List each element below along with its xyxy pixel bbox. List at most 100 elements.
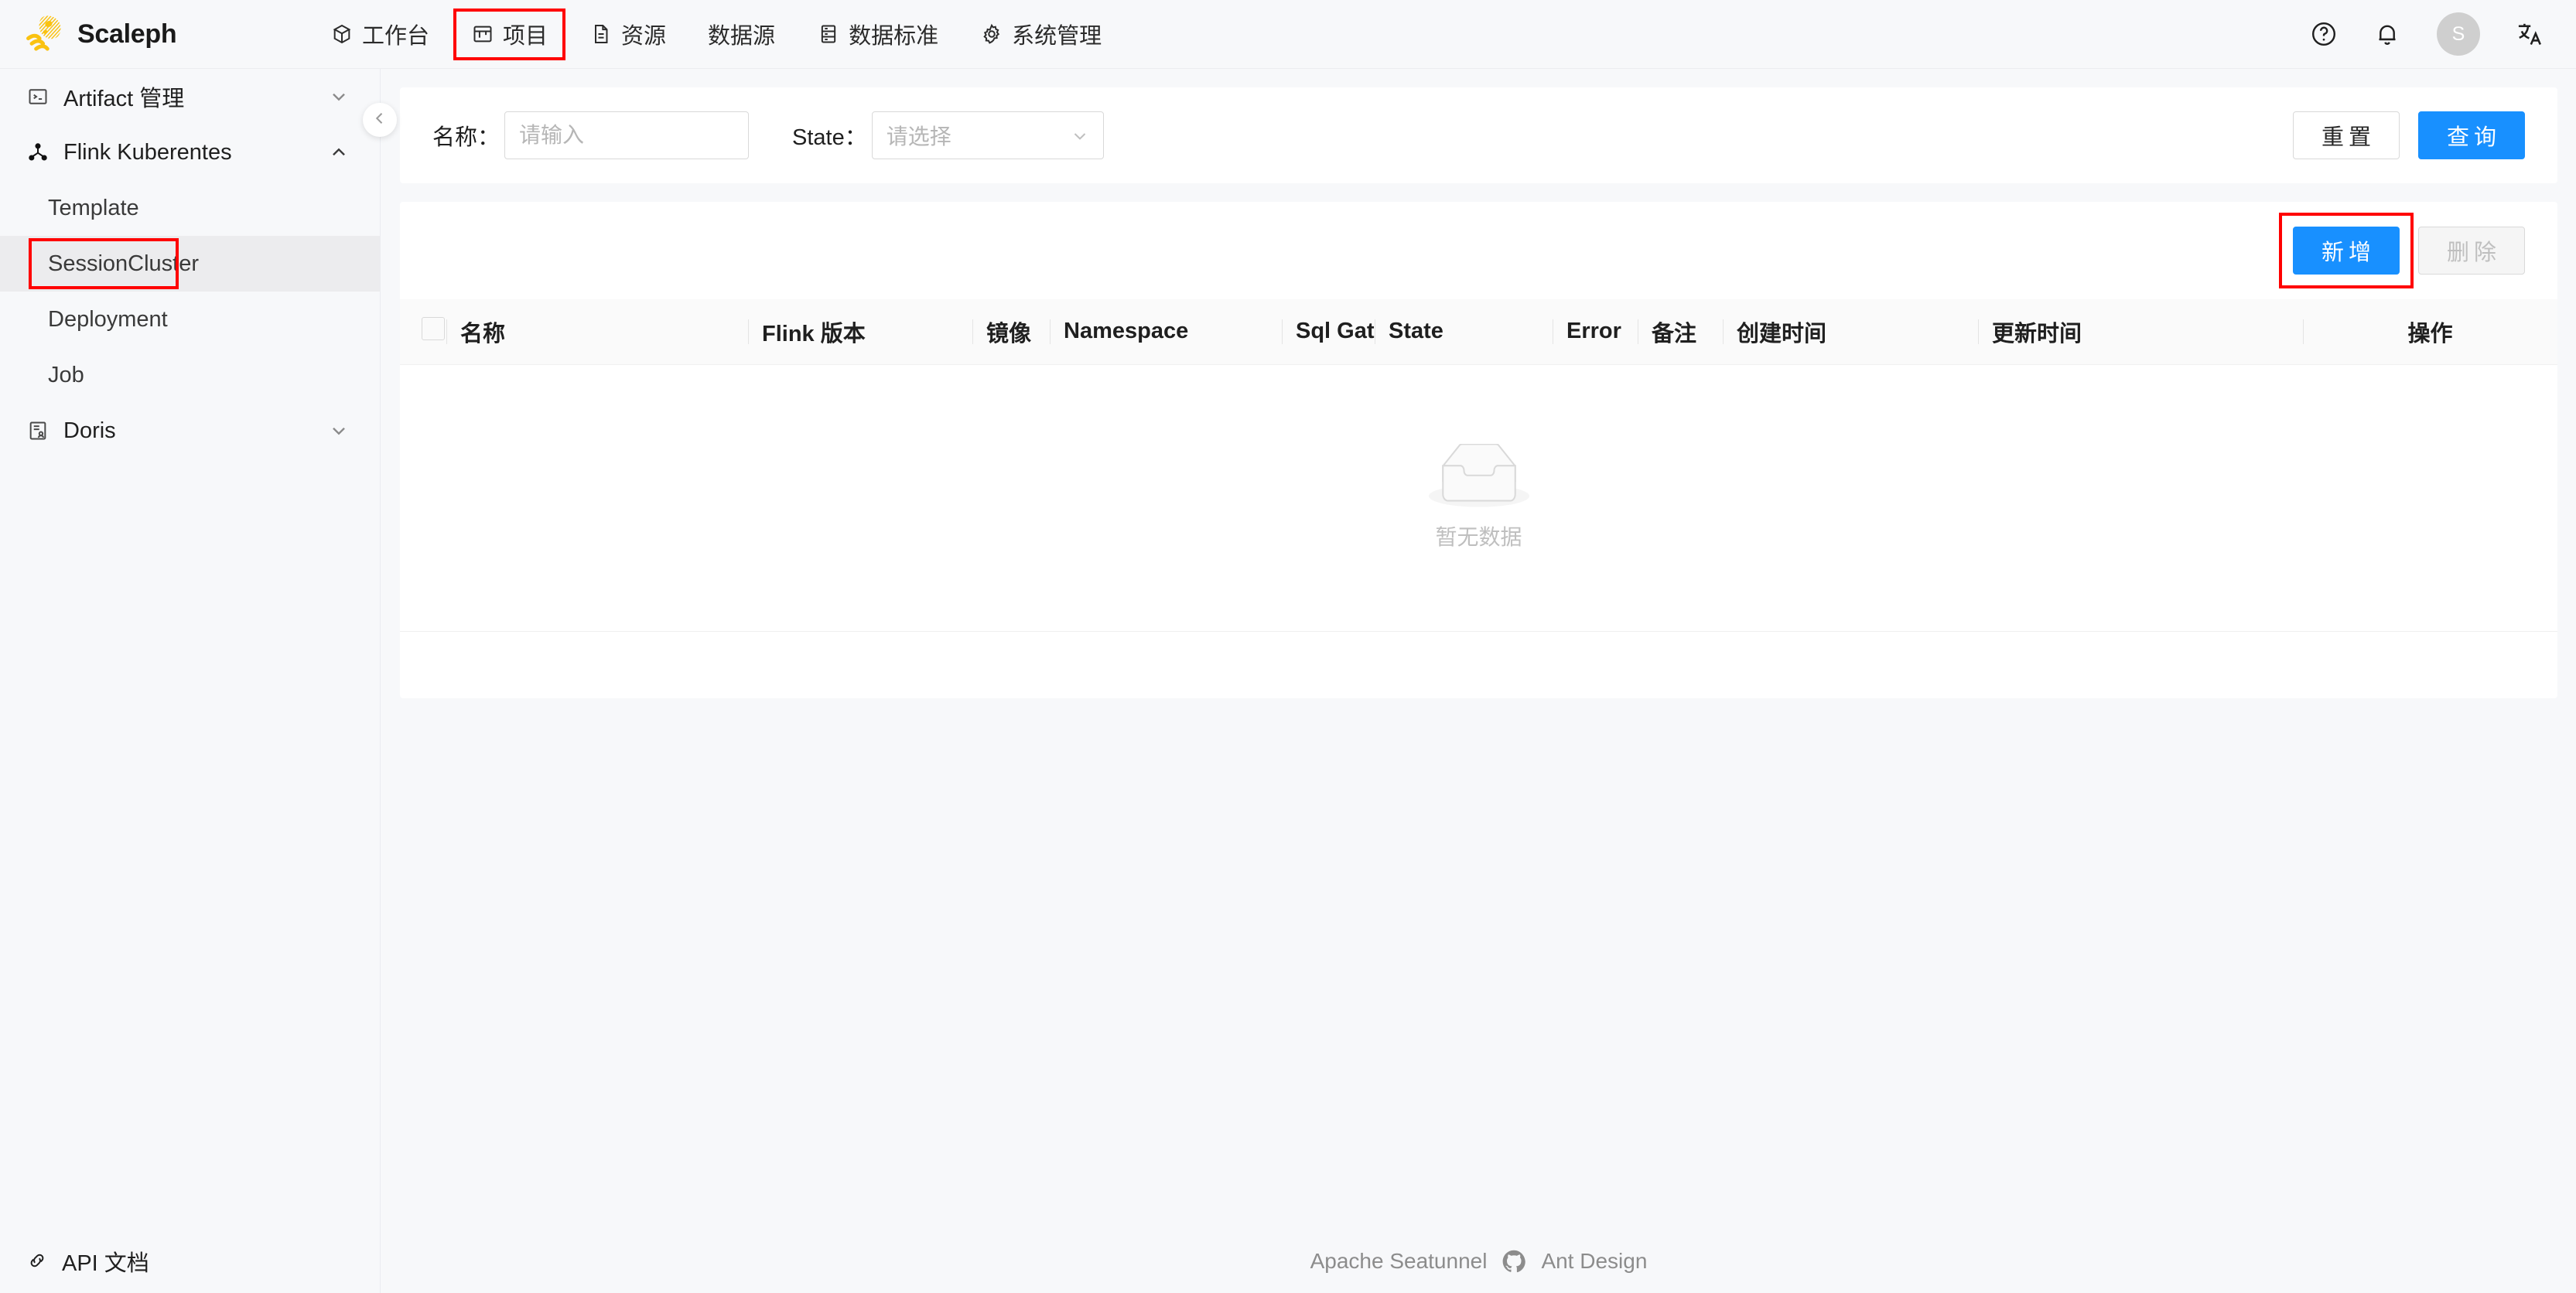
table-header-name: 名称 — [446, 299, 748, 365]
sidebar: Artifact 管理 Flink Kuberentes Template Se… — [0, 69, 381, 1293]
project-icon — [471, 22, 494, 46]
chevron-left-icon — [372, 111, 388, 130]
main-content: 名称： State： 请选择 重置 查询 新增 删除 — [381, 69, 2576, 1293]
table-header-select-all[interactable] — [400, 299, 446, 365]
link-icon — [26, 1250, 50, 1273]
nav-label: 系统管理 — [1012, 24, 1102, 49]
github-icon[interactable] — [1502, 1250, 1526, 1273]
top-header: Scaleph 工作台 项目 资源 数据源 数据标准 系统管理 S — [0, 0, 2576, 69]
nav-label: 资源 — [621, 24, 667, 49]
sidebar-item-label: SessionCluster — [48, 251, 200, 276]
nav-item-workbench[interactable]: 工作台 — [309, 0, 450, 69]
nav-label: 项目 — [503, 24, 548, 49]
search-name-input[interactable] — [504, 111, 750, 159]
terminal-icon — [26, 85, 50, 108]
gear-icon — [980, 22, 1003, 46]
nav-label: 数据源 — [708, 24, 776, 49]
select-all-checkbox[interactable] — [422, 316, 445, 340]
sidebar-group-doris[interactable]: Doris — [0, 403, 380, 459]
brand-name: Scaleph — [77, 19, 177, 49]
sidebar-group-label: Flink Kuberentes — [63, 139, 232, 165]
add-button[interactable]: 新增 — [2292, 227, 2400, 275]
table-pagination-area — [400, 632, 2557, 698]
filter-name-field: 名称： — [432, 111, 750, 159]
translate-icon[interactable] — [2516, 20, 2544, 48]
table-header-update-time: 更新时间 — [1978, 299, 2303, 365]
reset-button[interactable]: 重置 — [2292, 111, 2400, 159]
empty-box-icon — [1428, 443, 1529, 513]
chevron-down-icon — [329, 87, 349, 107]
cluster-node-icon — [26, 141, 50, 164]
filter-state-label: State： — [792, 125, 867, 150]
table-header-sql-gateway: Sql Gateway — [1282, 299, 1429, 365]
card-spacer — [400, 183, 2557, 202]
table-header-remark: 备注 — [1638, 299, 1723, 365]
nav-label: 工作台 — [362, 24, 430, 49]
empty-state: 暂无数据 — [400, 365, 2557, 631]
filter-state-field: State： 请选择 — [792, 111, 1104, 159]
add-button-wrapper: 新增 — [2278, 213, 2414, 288]
avatar[interactable]: S — [2437, 12, 2480, 56]
sidebar-group-flink-kubernetes[interactable]: Flink Kuberentes — [0, 125, 380, 180]
header-actions: S — [2310, 0, 2576, 69]
top-navigation: 工作台 项目 资源 数据源 数据标准 系统管理 — [309, 0, 1122, 69]
data-standard-icon — [817, 22, 840, 46]
table-header-state: State — [1375, 299, 1553, 365]
table-empty-row: 暂无数据 — [400, 364, 2557, 632]
jellyfish-logo-icon — [25, 13, 67, 55]
table-header-namespace: Namespace — [1050, 299, 1282, 365]
table-head: 名称 Flink 版本 镜像 Namespace Sql Gateway Sta… — [400, 299, 2557, 365]
query-button[interactable]: 查询 — [2417, 111, 2525, 159]
api-docs-label: API 文档 — [62, 1251, 149, 1276]
table-body: 暂无数据 — [400, 364, 2557, 632]
sidebar-collapse-button[interactable] — [363, 103, 397, 137]
nav-item-project[interactable]: 项目 — [450, 0, 569, 69]
doris-doc-icon — [26, 419, 50, 442]
nav-item-data-standard[interactable]: 数据标准 — [796, 0, 959, 69]
resource-file-icon — [589, 22, 613, 46]
state-select-value: 请选择 — [886, 125, 951, 148]
filter-actions: 重置 查询 — [2292, 111, 2525, 159]
sessioncluster-table: 名称 Flink 版本 镜像 Namespace Sql Gateway Sta… — [400, 299, 2557, 632]
api-docs-link[interactable]: API 文档 — [0, 1230, 381, 1293]
table-header-error: Error — [1553, 299, 1638, 365]
sidebar-item-job[interactable]: Job — [0, 347, 380, 403]
filter-name-label: 名称： — [432, 125, 501, 150]
table-header-action: 操作 — [2303, 299, 2557, 365]
sidebar-item-deployment[interactable]: Deployment — [0, 292, 380, 347]
sidebar-group-label: Artifact 管理 — [63, 87, 185, 111]
table-empty-cell: 暂无数据 — [400, 364, 2557, 632]
chevron-down-icon — [1071, 126, 1089, 145]
question-circle-icon[interactable] — [2310, 20, 2338, 48]
table-card: 新增 删除 名称 Flink 版本 镜像 Namespace Sql Gatew… — [400, 202, 2557, 698]
nav-item-datasource[interactable]: 数据源 — [687, 0, 796, 69]
table-toolbar-actions: 新增 删除 — [2278, 213, 2525, 288]
table-header-image: 镜像 — [972, 299, 1050, 365]
sidebar-item-label: Job — [48, 362, 84, 387]
brand[interactable]: Scaleph — [0, 13, 309, 55]
chevron-up-icon — [329, 142, 349, 162]
table-toolbar: 新增 删除 — [400, 202, 2557, 299]
bell-icon[interactable] — [2373, 20, 2401, 48]
nav-item-system-management[interactable]: 系统管理 — [959, 0, 1122, 69]
sidebar-group-artifact[interactable]: Artifact 管理 — [0, 69, 380, 125]
state-select[interactable]: 请选择 — [871, 111, 1104, 159]
delete-button[interactable]: 删除 — [2417, 227, 2525, 275]
sidebar-group-label: Doris — [63, 418, 116, 443]
chevron-down-icon — [329, 421, 349, 441]
page-footer: Apache Seatunnel Ant Design — [381, 1230, 2576, 1293]
table-header-flink-version: Flink 版本 — [748, 299, 972, 365]
footer-link-seatunnel[interactable]: Apache Seatunnel — [1310, 1249, 1488, 1274]
sidebar-item-label: Deployment — [48, 306, 168, 332]
table-header-create-time: 创建时间 — [1723, 299, 1978, 365]
sidebar-item-template[interactable]: Template — [0, 180, 380, 236]
sidebar-item-label: Template — [48, 195, 139, 220]
table-header-row: 名称 Flink 版本 镜像 Namespace Sql Gateway Sta… — [400, 299, 2557, 365]
workbench-cube-icon — [330, 22, 354, 46]
nav-item-resource[interactable]: 资源 — [569, 0, 687, 69]
nav-label: 数据标准 — [849, 24, 939, 49]
empty-state-text: 暂无数据 — [1435, 525, 1522, 549]
filter-card: 名称： State： 请选择 重置 查询 — [400, 87, 2557, 183]
sidebar-item-sessioncluster[interactable]: SessionCluster — [0, 236, 380, 292]
footer-link-ant-design[interactable]: Ant Design — [1541, 1249, 1647, 1274]
